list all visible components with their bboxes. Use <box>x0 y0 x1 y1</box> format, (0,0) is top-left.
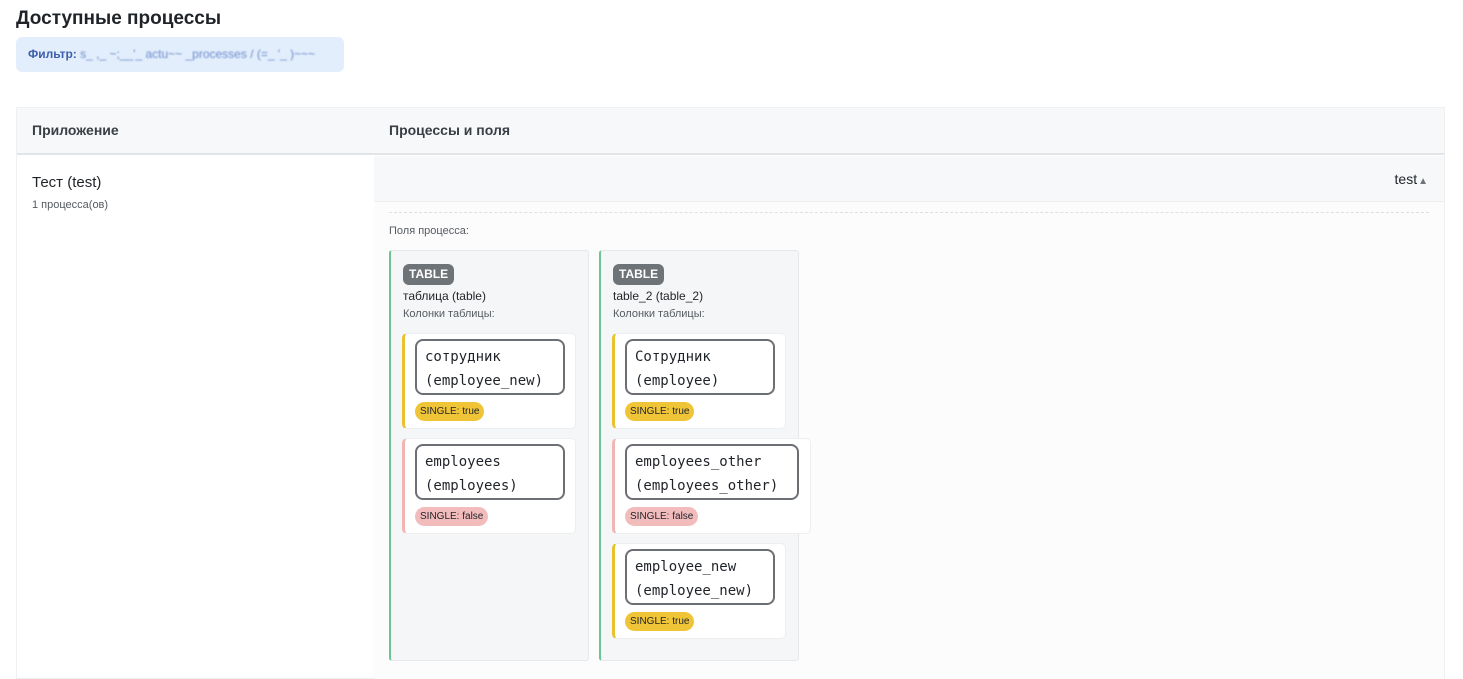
column-title: сотрудник <box>425 349 501 365</box>
single-badge: SINGLE: false <box>415 507 489 526</box>
process-name: test <box>1394 171 1418 187</box>
page-title: Доступные процессы <box>16 8 222 29</box>
table-column-card: employee_new (employee_new) SINGLE: true <box>612 543 786 639</box>
header-processes-fields: Процессы и поля <box>389 122 511 138</box>
caret-up-icon: ▲ <box>1418 176 1428 187</box>
filter-value: s_ ,_ ~;__'_ actu~~ _processes / (=_ '_ … <box>80 47 316 61</box>
type-badge: TABLE <box>403 264 455 285</box>
column-title: employees_other <box>635 454 762 470</box>
table-field-card: TABLE таблица (table) Колонки таблицы: с… <box>389 250 589 661</box>
column-key: (employee) <box>635 373 720 389</box>
column-code: Сотрудник (employee) <box>625 339 775 395</box>
table-column-card: employees (employees) SINGLE: false <box>402 438 576 534</box>
column-key: (employees) <box>425 478 518 494</box>
table-field-card: TABLE table_2 (table_2) Колонки таблицы:… <box>599 250 811 661</box>
table-field-name: table_2 (table_2) <box>613 289 704 303</box>
table-columns-label: Колонки таблицы: <box>403 308 495 320</box>
processes-table: Приложение Процессы и поля Тест (test) 1… <box>16 107 1445 679</box>
column-title: Сотрудник <box>635 349 711 365</box>
table-column-card: employees_other (employees_other) SINGLE… <box>612 438 811 534</box>
single-badge: SINGLE: true <box>415 402 485 421</box>
header-application: Приложение <box>32 122 119 138</box>
column-key: (employee_new) <box>425 373 544 389</box>
process-toggle[interactable]: test▲ <box>1395 171 1428 187</box>
table-columns-label: Колонки таблицы: <box>613 308 705 320</box>
process-fields-label: Поля процесса: <box>389 225 469 237</box>
column-key: (employees_other) <box>635 478 779 494</box>
column-title: employee_new <box>635 559 737 575</box>
column-code: employee_new (employee_new) <box>625 549 775 605</box>
table-field-name: таблица (table) <box>403 289 486 303</box>
column-title: employees <box>425 454 501 470</box>
column-code: сотрудник (employee_new) <box>415 339 565 395</box>
single-badge: SINGLE: true <box>625 612 695 631</box>
column-code: employees_other (employees_other) <box>625 444 799 500</box>
table-column-card: Сотрудник (employee) SINGLE: true <box>612 333 786 429</box>
type-badge: TABLE <box>613 264 665 285</box>
process-count: 1 процесса(ов) <box>32 199 109 211</box>
table-header: Приложение Процессы и поля <box>17 108 1444 155</box>
column-code: employees (employees) <box>415 444 565 500</box>
table-column-card: сотрудник (employee_new) SINGLE: true <box>402 333 576 429</box>
filter-chip[interactable]: Фильтр: s_ ,_ ~;__'_ actu~~ _processes /… <box>16 37 344 72</box>
column-key: (employee_new) <box>635 583 754 599</box>
process-panel: test▲ Поля процесса: TABLE таблица (tabl… <box>374 156 1444 679</box>
app-name: Тест (test) <box>32 174 102 191</box>
single-badge: SINGLE: true <box>625 402 695 421</box>
filter-label: Фильтр: <box>28 47 77 61</box>
single-badge: SINGLE: false <box>625 507 699 526</box>
process-header[interactable]: test▲ <box>374 156 1444 202</box>
divider <box>389 212 1429 213</box>
